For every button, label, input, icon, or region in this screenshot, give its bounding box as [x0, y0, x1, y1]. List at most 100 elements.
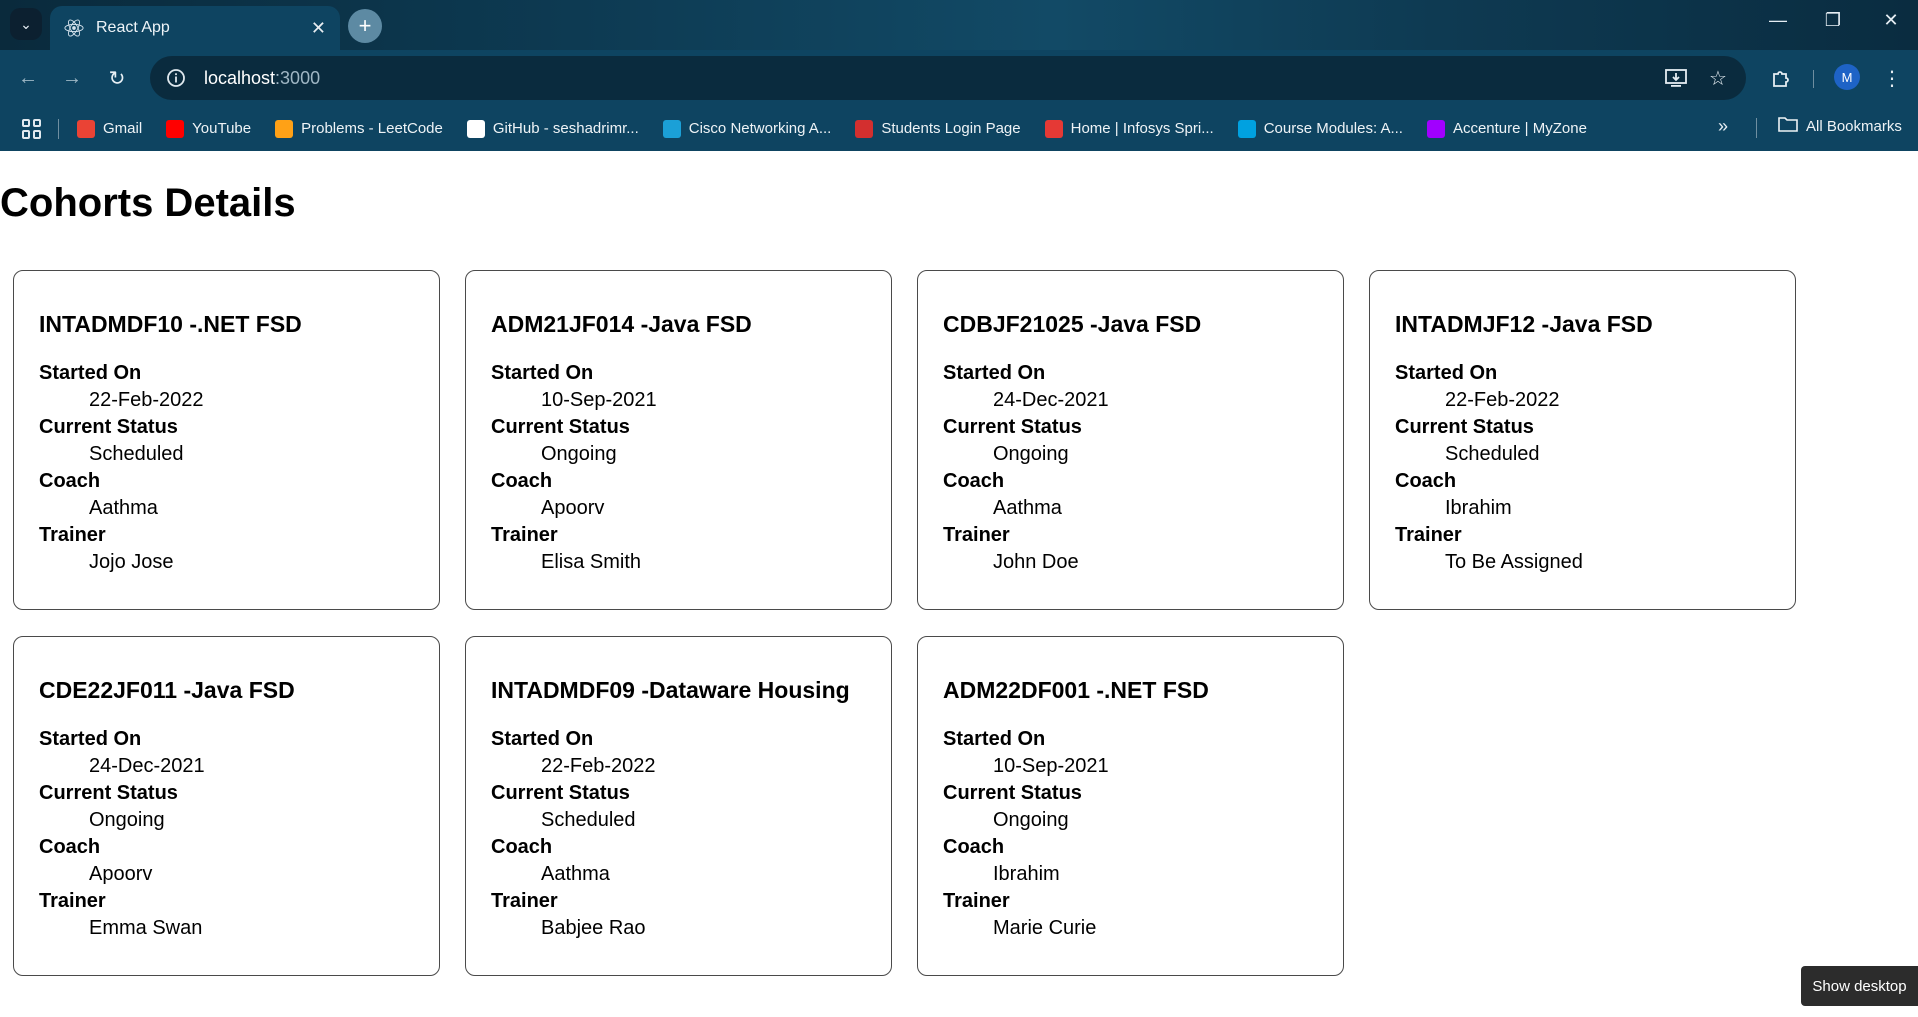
- show-desktop-tooltip: Show desktop: [1801, 966, 1918, 1006]
- coach-label: Coach: [491, 836, 553, 858]
- coach-label: Coach: [491, 470, 553, 492]
- current-status-value: Scheduled: [541, 809, 636, 831]
- bookmark-item[interactable]: Home | Infosys Spri...: [1044, 119, 1214, 138]
- cohort-title: CDE22JF011 -Java FSD: [39, 677, 295, 703]
- cohort-card: ADM22DF001 -.NET FSD Started On 10-Sep-202…: [917, 636, 1344, 976]
- trainer-label: Trainer: [943, 890, 1010, 912]
- started-on-value: 22-Feb-2022: [1445, 389, 1560, 411]
- more-bookmarks-icon[interactable]: »: [1718, 116, 1728, 137]
- close-window-button[interactable]: ✕: [1876, 10, 1906, 31]
- bookmark-label: Gmail: [103, 120, 143, 137]
- bookmark-item[interactable]: Cisco Networking A...: [662, 119, 832, 138]
- github-icon: [466, 119, 485, 138]
- page-content: Cohorts Details INTADMDF10 -.NET FSD Star…: [0, 151, 1918, 1017]
- bookmark-item[interactable]: Problems - LeetCode: [275, 119, 443, 138]
- bookmark-label: Home | Infosys Spri...: [1070, 120, 1214, 137]
- all-bookmarks-label: All Bookmarks: [1806, 117, 1902, 135]
- current-status-label: Current Status: [943, 416, 1082, 438]
- profile-avatar[interactable]: M: [1834, 64, 1860, 90]
- coach-label: Coach: [943, 836, 1005, 858]
- bookmark-item[interactable]: Accenture | MyZone: [1426, 119, 1587, 138]
- bookmarks-bar: Gmail YouTube Problems - LeetCode GitHub - …: [0, 106, 1918, 151]
- extensions-icon[interactable]: [1765, 62, 1797, 94]
- restore-button[interactable]: ❐: [1818, 10, 1848, 31]
- tab-search-button[interactable]: ⌄: [10, 8, 42, 40]
- trainer-label: Trainer: [39, 890, 106, 912]
- toolbar: ← → ↻ localhost:3000 ☆ ⋮: [0, 50, 1918, 106]
- current-status-label: Current Status: [491, 782, 630, 804]
- leetcode-icon: [275, 119, 294, 138]
- new-tab-button[interactable]: +: [348, 9, 382, 43]
- coach-value: Apoorv: [89, 863, 153, 885]
- current-status-value: Ongoing: [993, 809, 1069, 831]
- toolbar-divider: [1813, 70, 1814, 88]
- bookmark-item[interactable]: Students Login Page: [855, 119, 1021, 138]
- started-on-label: Started On: [943, 362, 1046, 384]
- cohort-card: CDE22JF011 -Java FSD Started On 24-Dec-202…: [13, 636, 440, 976]
- bookmark-label: Problems - LeetCode: [301, 120, 443, 137]
- bookmarks-divider: [1756, 118, 1757, 138]
- trainer-value: Babjee Rao: [541, 917, 646, 939]
- current-status-value: Ongoing: [89, 809, 165, 831]
- bookmark-item[interactable]: GitHub - seshadrimr...: [466, 119, 639, 138]
- gmail-icon: [77, 119, 95, 138]
- install-app-icon[interactable]: [1660, 62, 1692, 94]
- cohort-title: CDBJF21025 -Java FSD: [943, 311, 1202, 337]
- trainer-label: Trainer: [1395, 524, 1462, 546]
- address-bar[interactable]: localhost:3000: [150, 56, 1746, 100]
- started-on-label: Started On: [39, 362, 142, 384]
- browser-chrome: ⌄ React App ✕ + — ❐ ✕ ← → ↻ localhost:30…: [0, 0, 1918, 151]
- bookmark-item[interactable]: Course Modules: A...: [1237, 119, 1403, 138]
- back-button[interactable]: ←: [12, 62, 44, 94]
- site-info-icon[interactable]: [164, 66, 188, 90]
- bookmark-item[interactable]: YouTube: [166, 119, 251, 138]
- students-icon: [855, 119, 874, 138]
- all-bookmarks-button[interactable]: All Bookmarks: [1778, 116, 1902, 136]
- coach-label: Coach: [39, 836, 101, 858]
- cohort-card: INTADMDF10 -.NET FSD Started On 22-Feb-202…: [13, 270, 440, 610]
- coach-label: Coach: [943, 470, 1005, 492]
- current-status-value: Scheduled: [89, 443, 184, 465]
- coach-value: Ibrahim: [993, 863, 1060, 885]
- minimize-button[interactable]: —: [1763, 10, 1793, 31]
- cohort-card: INTADMDF09 -Dataware Housing Started On 22…: [465, 636, 892, 976]
- bookmark-label: Course Modules: A...: [1263, 120, 1403, 137]
- apps-grid-icon[interactable]: [22, 118, 42, 139]
- started-on-value: 22-Feb-2022: [541, 755, 656, 777]
- current-status-value: Scheduled: [1445, 443, 1540, 465]
- reload-button[interactable]: ↻: [101, 62, 133, 94]
- infosys-icon: [1044, 119, 1063, 138]
- started-on-value: 10-Sep-2021: [993, 755, 1109, 777]
- current-status-label: Current Status: [491, 416, 630, 438]
- current-status-label: Current Status: [39, 782, 178, 804]
- current-status-value: Ongoing: [993, 443, 1069, 465]
- coach-label: Coach: [39, 470, 101, 492]
- cohort-title: ADM21JF014 -Java FSD: [491, 311, 752, 337]
- started-on-value: 24-Dec-2021: [89, 755, 205, 777]
- arrow-left-icon: ←: [18, 66, 38, 89]
- started-on-label: Started On: [39, 728, 142, 750]
- plus-icon: +: [358, 13, 372, 38]
- tab-react-app[interactable]: React App ✕: [50, 6, 340, 50]
- close-tab-icon[interactable]: ✕: [311, 18, 326, 39]
- more-menu-icon[interactable]: ⋮: [1876, 62, 1908, 94]
- bookmarks-divider: [58, 118, 59, 139]
- started-on-label: Started On: [1395, 362, 1498, 384]
- trainer-value: Marie Curie: [993, 917, 1097, 939]
- coach-value: Aathma: [89, 497, 158, 519]
- bookmark-label: Cisco Networking A...: [688, 120, 832, 137]
- cisco-icon: [662, 119, 681, 138]
- current-status-label: Current Status: [1395, 416, 1534, 438]
- current-status-value: Ongoing: [541, 443, 617, 465]
- arrow-right-icon: →: [62, 66, 82, 89]
- coach-value: Aathma: [541, 863, 610, 885]
- coach-value: Apoorv: [541, 497, 605, 519]
- bookmark-item[interactable]: Gmail: [77, 119, 143, 138]
- forward-button[interactable]: →: [56, 62, 88, 94]
- trainer-label: Trainer: [491, 524, 558, 546]
- star-icon[interactable]: ☆: [1702, 62, 1734, 94]
- current-status-label: Current Status: [39, 416, 178, 438]
- started-on-value: 22-Feb-2022: [89, 389, 204, 411]
- cohort-title: ADM22DF001 -.NET FSD: [943, 677, 1209, 703]
- cohort-title: INTADMDF10 -.NET FSD: [39, 311, 302, 337]
